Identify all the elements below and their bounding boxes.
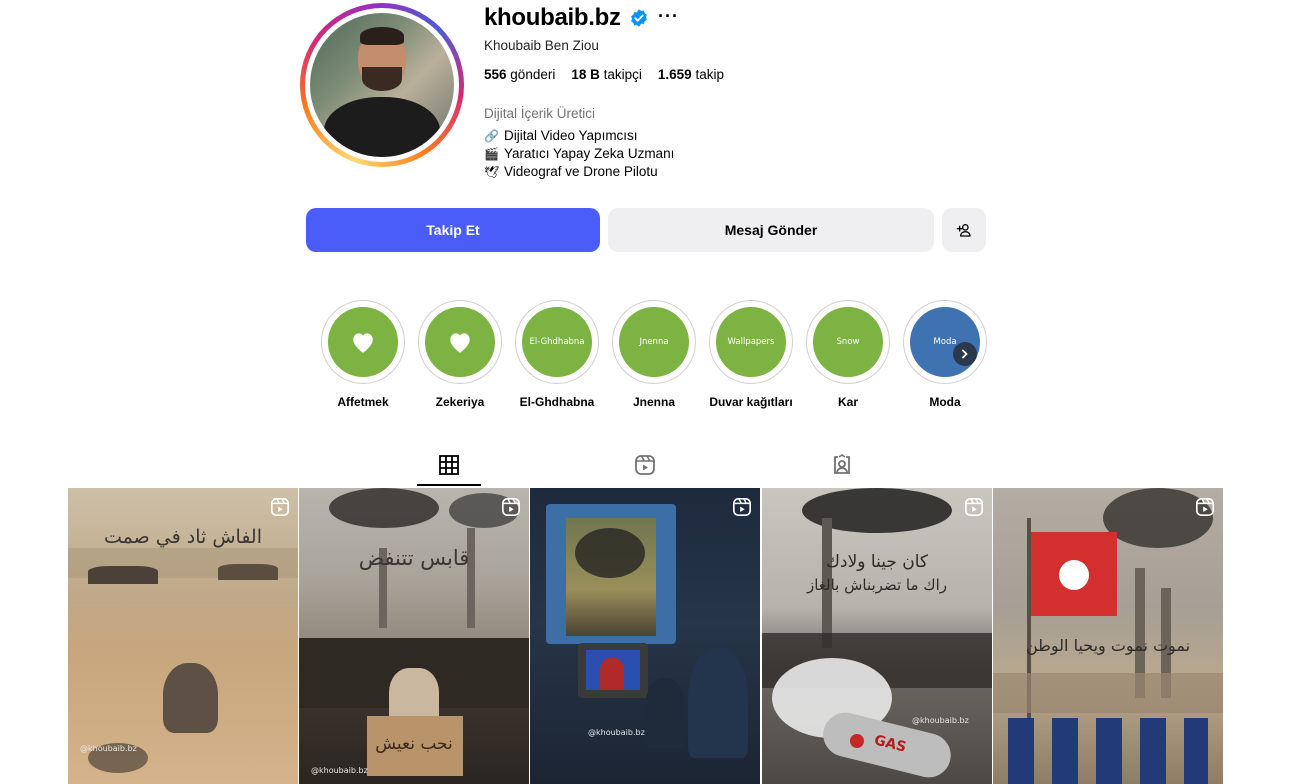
highlight-ring: Wallpapers	[709, 300, 793, 384]
burnt-tent	[88, 566, 158, 584]
tab-reels[interactable]	[613, 452, 677, 486]
highlight-label: Moda	[929, 395, 961, 409]
highlight-ring	[418, 300, 502, 384]
bio-text: Yaratıcı Yapay Zeka Uzmanı	[504, 146, 675, 161]
stat-followers[interactable]: 18 B takipçi	[571, 67, 642, 82]
protest-sign-text: نحب نعيش	[375, 734, 453, 754]
suggested-users-button[interactable]	[942, 208, 986, 252]
post-tile[interactable]: نموت نموت ويحيا الوطن	[993, 488, 1223, 784]
tunisia-flag-emblem	[850, 734, 864, 748]
highlights-next-button[interactable]	[953, 342, 977, 366]
reel-indicator-icon	[271, 498, 289, 516]
heart-icon	[450, 333, 470, 353]
stat-following[interactable]: 1.659 takip	[658, 67, 724, 82]
highlight-label: Affetmek	[337, 395, 389, 409]
profile-username: khoubaib.bz	[484, 4, 621, 31]
child-figure	[163, 663, 218, 733]
highlight-affetmek[interactable]: Affetmek	[320, 300, 406, 409]
avatar-hair	[360, 27, 404, 45]
highlight-label: Jnenna	[632, 395, 675, 409]
bio-text: Dijital Video Yapımcısı	[504, 128, 638, 143]
reel-indicator-icon	[502, 498, 520, 516]
flag-circle	[1059, 560, 1089, 590]
follow-button[interactable]: Takip Et	[306, 208, 600, 252]
post-watermark: @khoubaib.bz	[588, 728, 645, 737]
highlight-ring: Jnenna	[612, 300, 696, 384]
post-watermark: @khoubaib.bz	[80, 744, 137, 753]
reels-icon	[635, 455, 655, 475]
highlight-ring: El-Ghdhabna	[515, 300, 599, 384]
reel-indicator-icon	[1196, 498, 1214, 516]
link-icon: 🔗	[484, 129, 499, 143]
profile-avatar[interactable]	[300, 3, 464, 167]
highlight-label: Zekeriya	[435, 395, 485, 409]
clapperboard-icon: 🎬	[484, 147, 499, 161]
highlight-cover: Jnenna	[619, 307, 689, 377]
child-figure	[645, 678, 685, 748]
highlight-ring: Snow	[806, 300, 890, 384]
factory	[993, 673, 1223, 713]
highlight-zekeriya[interactable]: Zekeriya	[417, 300, 503, 409]
post-watermark: @khoubaib.bz	[311, 766, 368, 775]
post-caption: نموت نموت ويحيا الوطن	[1025, 636, 1191, 655]
avatar-beard	[362, 67, 402, 91]
post-tile[interactable]: قابس تتنفض نحب نعيش @khoubaib.bz	[299, 488, 529, 784]
post-tile[interactable]: @khoubaib.bz	[530, 488, 760, 784]
highlight-el-ghdhabna[interactable]: El-Ghdhabna El-Ghdhabna	[514, 300, 600, 409]
smoke-cloud	[329, 488, 439, 528]
post-caption: قابس تتنفض	[358, 546, 470, 570]
highlight-kar[interactable]: Snow Kar	[805, 300, 891, 409]
highlight-cover: El-Ghdhabna	[522, 307, 592, 377]
post-caption: الفاش ثاد في صمت	[103, 526, 262, 548]
add-user-icon	[956, 224, 971, 237]
verified-badge-icon	[631, 9, 647, 27]
tab-posts[interactable]	[417, 452, 481, 486]
message-button[interactable]: Mesaj Gönder	[608, 208, 934, 252]
mother-figure	[688, 648, 748, 758]
tv-presenter	[600, 658, 624, 690]
smoke-cloud	[575, 528, 645, 578]
burnt-tent	[218, 564, 278, 580]
bio-line: 🕊 Videograf ve Drone Pilotu	[484, 163, 674, 181]
highlight-cover	[425, 307, 495, 377]
tagged-icon	[834, 454, 850, 474]
post-tile[interactable]: GAS كان جينا ولادك راك ما تضربناش بالغاز…	[762, 488, 992, 784]
bio-text: Videograf ve Drone Pilotu	[504, 164, 658, 179]
highlight-label: El-Ghdhabna	[519, 395, 595, 409]
profile-stats: 556 gönderi 18 B takipçi 1.659 takip	[484, 67, 724, 82]
bio-line: 🎬 Yaratıcı Yapay Zeka Uzmanı	[484, 145, 674, 163]
highlight-cover	[328, 307, 398, 377]
highlight-wallpapers[interactable]: Wallpapers Duvar kağıtları	[708, 300, 794, 409]
reel-indicator-icon	[733, 498, 751, 516]
highlight-cover: Snow	[813, 307, 883, 377]
post-caption-line2: راك ما تضربناش بالغاز	[806, 576, 948, 594]
chevron-right-icon	[962, 349, 968, 359]
highlight-cover: Wallpapers	[716, 307, 786, 377]
highlight-jnenna[interactable]: Jnenna Jnenna	[611, 300, 697, 409]
reel-indicator-icon	[965, 498, 983, 516]
avatar-body	[324, 97, 440, 157]
avatar-border	[305, 8, 459, 162]
dove-icon: 🕊	[484, 165, 500, 179]
stat-posts: 556 gönderi	[484, 67, 556, 82]
highlight-ring: Moda	[903, 300, 987, 384]
highlight-label: Kar	[837, 395, 858, 409]
heart-icon	[353, 333, 373, 353]
post-watermark: @khoubaib.bz	[912, 716, 969, 725]
highlight-label: Duvar kağıtları	[709, 395, 793, 409]
profile-full-name: Khoubaib Ben Ziou	[484, 38, 599, 53]
profile-category: Dijital İçerik Üretici	[484, 106, 596, 121]
chimney	[467, 528, 475, 628]
grid-icon	[439, 455, 459, 475]
post-tile[interactable]: الفاش ثاد في صمت @khoubaib.bz	[68, 488, 298, 784]
saluting-children	[1008, 718, 1208, 784]
bio-line: 🔗 Dijital Video Yapımcısı	[484, 127, 674, 145]
profile-bio: 🔗 Dijital Video Yapımcısı 🎬 Yaratıcı Yapay…	[484, 127, 674, 181]
tab-tagged[interactable]	[810, 452, 874, 486]
highlight-ring	[321, 300, 405, 384]
more-options-icon[interactable]: ···	[658, 6, 679, 27]
post-caption: كان جينا ولادك	[826, 552, 928, 572]
avatar-photo	[310, 13, 454, 157]
